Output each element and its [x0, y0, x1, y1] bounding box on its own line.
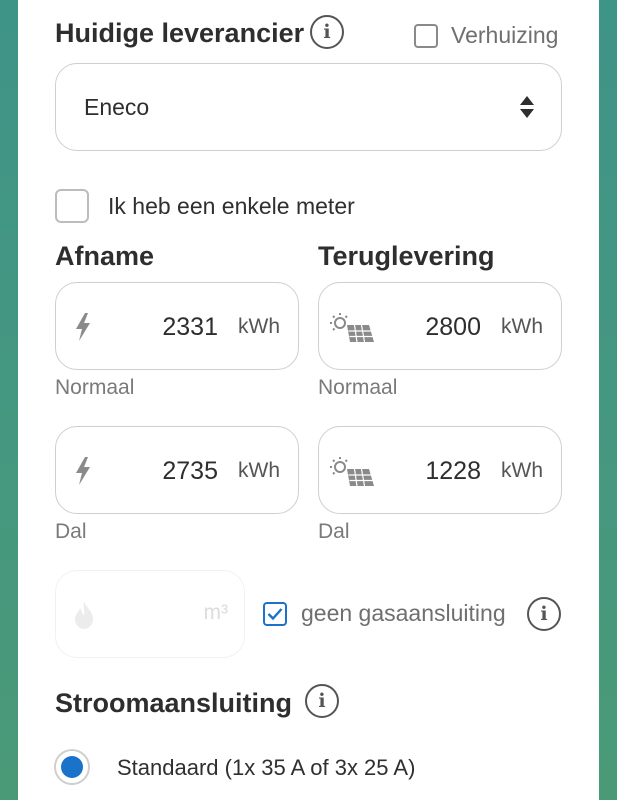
supplier-title: Huidige leverancier [55, 18, 305, 48]
feed-in-low-unit: kWh [501, 459, 543, 482]
consumption-normal-unit: kWh [238, 315, 280, 338]
single-meter-label: Ik heb een enkele meter [108, 193, 355, 219]
radio-selected-dot [61, 756, 83, 778]
consumption-low-unit: kWh [238, 459, 280, 482]
supplier-selected-value: Eneco [84, 93, 150, 120]
solar-panel-icon [330, 457, 374, 487]
consumption-low-label: Dal [55, 520, 87, 543]
power-connection-title: Stroomaansluiting [55, 688, 293, 718]
moving-label: Verhuizing [451, 22, 559, 48]
moving-checkbox[interactable] [414, 24, 438, 48]
lightning-icon [76, 313, 90, 341]
feed-in-low-label: Dal [318, 520, 350, 543]
single-meter-checkbox[interactable] [55, 189, 89, 223]
feed-in-title: Teruglevering [318, 241, 495, 271]
no-gas-label: geen gasaansluiting [301, 600, 506, 626]
gas-info-icon[interactable]: i [527, 597, 561, 631]
checkmark-icon [267, 608, 283, 621]
flame-icon [75, 601, 93, 629]
lightning-icon [76, 457, 90, 485]
consumption-normal-field[interactable]: 2331 kWh [55, 282, 299, 370]
power-option-standard-label: Standaard (1x 35 A of 3x 25 A) [117, 755, 416, 780]
feed-in-normal-unit: kWh [501, 315, 543, 338]
supplier-select[interactable]: Eneco [55, 63, 562, 151]
gas-field: m³ [55, 570, 245, 658]
feed-in-normal-value: 2800 [425, 313, 481, 341]
power-option-standard-radio[interactable] [54, 749, 90, 785]
consumption-low-field[interactable]: 2735 kWh [55, 426, 299, 514]
feed-in-low-field[interactable]: 1228 kWh [318, 426, 562, 514]
no-gas-checkbox[interactable] [263, 602, 287, 626]
feed-in-normal-field[interactable]: 2800 kWh [318, 282, 562, 370]
consumption-normal-value: 2331 [162, 313, 218, 341]
gas-unit: m³ [203, 601, 229, 624]
sort-arrows-icon [520, 96, 534, 118]
feed-in-normal-label: Normaal [318, 376, 398, 399]
consumption-low-value: 2735 [162, 457, 218, 485]
feed-in-low-value: 1228 [425, 457, 481, 485]
power-connection-info-icon[interactable]: i [305, 684, 339, 718]
consumption-normal-label: Normaal [55, 376, 135, 399]
consumption-title: Afname [55, 241, 155, 271]
supplier-info-icon[interactable]: i [310, 15, 344, 49]
solar-panel-icon [330, 313, 374, 343]
form-card: Huidige leverancier i Verhuizing Eneco I… [18, 0, 599, 800]
